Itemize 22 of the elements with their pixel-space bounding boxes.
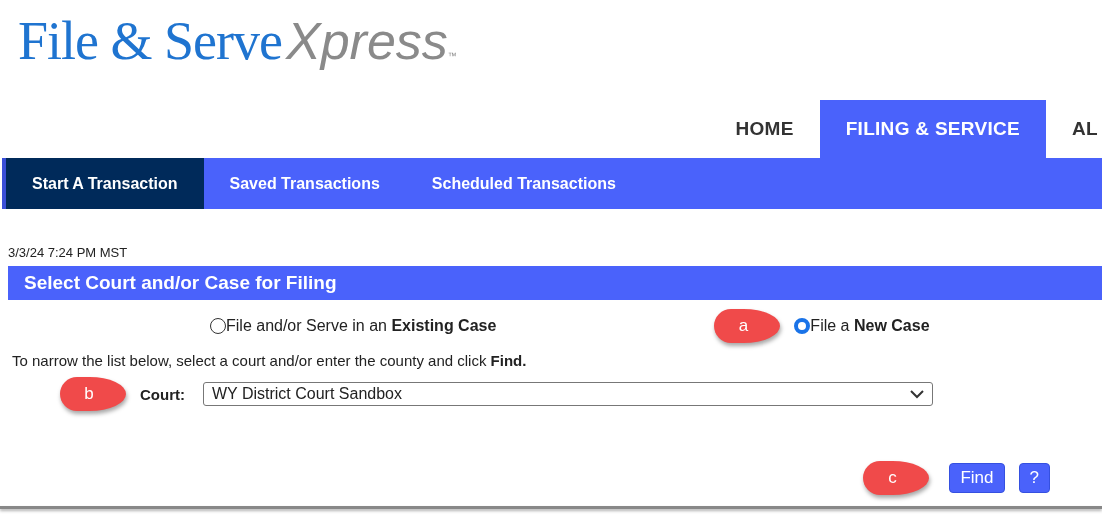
- section-header: Select Court and/or Case for Filing: [8, 266, 1102, 300]
- callout-marker: a: [714, 309, 781, 343]
- logo[interactable]: File & ServeXpress™: [18, 10, 457, 72]
- find-button[interactable]: Find: [949, 463, 1005, 493]
- sub-nav-tab[interactable]: Start A Transaction: [6, 158, 204, 209]
- callout-marker: b: [60, 377, 126, 411]
- timestamp: 3/3/24 7:24 PM MST: [8, 245, 129, 260]
- help-button[interactable]: ?: [1018, 463, 1050, 493]
- sub-nav-tab[interactable]: Scheduled Transactions: [405, 158, 642, 209]
- callout-marker: c: [863, 461, 930, 495]
- nav-tab[interactable]: AL: [1046, 100, 1102, 158]
- court-select[interactable]: WY District Court Sandbox: [203, 382, 933, 406]
- radio-button[interactable]: [210, 318, 226, 334]
- chevron-down-icon: [910, 389, 924, 399]
- radio-label: File a New Case: [810, 317, 930, 335]
- nav-tab[interactable]: FILING & SERVICE: [819, 100, 1047, 158]
- nav-tab[interactable]: HOME: [709, 100, 820, 158]
- court-label: Court:: [140, 385, 185, 403]
- instruction-text: To narrow the list below, select a court and/or enter the county and click Find.: [12, 352, 528, 369]
- radio-button[interactable]: [794, 318, 811, 334]
- radio-label: File and/or Serve in an Existing Case: [226, 317, 497, 335]
- sub-nav-tab[interactable]: Saved Transactions: [203, 158, 406, 209]
